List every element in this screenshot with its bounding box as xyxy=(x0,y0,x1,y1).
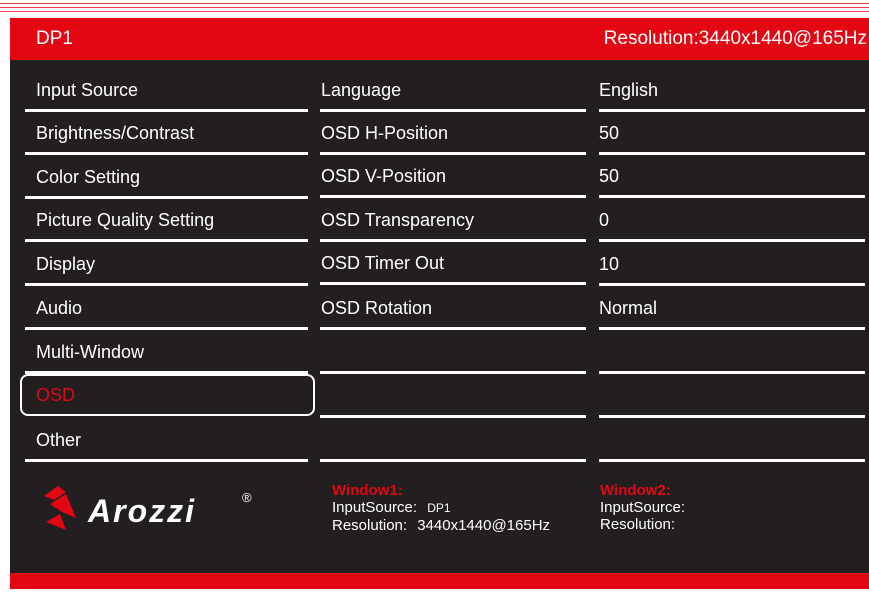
resolution-indicator: Resolution:3440x1440@165Hz xyxy=(603,28,867,49)
menu-item-other[interactable]: Other xyxy=(25,420,308,462)
window1-resolution-value: 3440x1440@165Hz xyxy=(417,517,551,534)
menu-item-color-setting[interactable]: Color Setting xyxy=(25,157,308,199)
setting-label-timer-out[interactable]: OSD Timer Out xyxy=(320,243,586,285)
setting-value-empty xyxy=(599,332,865,374)
window2-input-label: InputSource: xyxy=(600,499,686,516)
osd-footer-bar xyxy=(10,573,869,589)
setting-label-empty xyxy=(320,420,586,462)
window2-title: Window2: xyxy=(600,482,671,499)
setting-value-empty xyxy=(599,376,865,418)
top-divider xyxy=(0,11,869,12)
setting-label-v-position[interactable]: OSD V-Position xyxy=(320,156,586,198)
menu-item-multi-window[interactable]: Multi-Window xyxy=(25,332,308,374)
window1-input-row: InputSource: DP1 xyxy=(332,499,550,517)
menu-item-picture-quality[interactable]: Picture Quality Setting xyxy=(25,200,308,242)
setting-value-language[interactable]: English xyxy=(599,70,865,112)
setting-value-h-position[interactable]: 50 xyxy=(599,113,865,155)
window1-resolution-label: Resolution: xyxy=(332,517,408,534)
menu-item-osd[interactable]: OSD xyxy=(20,374,315,416)
setting-label-language[interactable]: Language xyxy=(320,70,586,112)
menu-item-audio[interactable]: Audio xyxy=(25,288,308,330)
arozzi-logo: Arozzi ® xyxy=(40,478,260,543)
setting-value-rotation[interactable]: Normal xyxy=(599,288,865,330)
window2-input-row: InputSource: xyxy=(600,499,685,516)
setting-value-empty xyxy=(599,420,865,462)
menu-item-brightness-contrast[interactable]: Brightness/Contrast xyxy=(25,113,308,155)
logo-text: Arozzi xyxy=(87,493,196,529)
setting-label-empty xyxy=(320,376,586,418)
window1-title: Window1: xyxy=(332,482,403,499)
osd-panel: DP1 Resolution:3440x1440@165Hz Input Sou… xyxy=(10,18,869,589)
window2-resolution-label: Resolution: xyxy=(600,516,676,533)
setting-value-timer-out[interactable]: 10 xyxy=(599,244,865,286)
window2-resolution-row: Resolution: xyxy=(600,516,685,533)
setting-value-transparency[interactable]: 0 xyxy=(599,200,865,242)
top-divider xyxy=(0,3,869,4)
setting-label-h-position[interactable]: OSD H-Position xyxy=(320,113,586,155)
window2-info: Window2: InputSource: Resolution: xyxy=(600,482,685,533)
window1-input-value: DP1 xyxy=(427,501,451,515)
window1-info: Window1: InputSource: DP1 Resolution: 34… xyxy=(332,482,550,534)
setting-label-rotation[interactable]: OSD Rotation xyxy=(320,288,586,330)
menu-item-input-source[interactable]: Input Source xyxy=(25,70,308,112)
window1-input-label: InputSource: xyxy=(332,499,418,516)
registered-mark: ® xyxy=(242,490,252,505)
top-divider xyxy=(0,7,869,8)
setting-value-v-position[interactable]: 50 xyxy=(599,156,865,198)
menu-item-display[interactable]: Display xyxy=(25,244,308,286)
setting-label-transparency[interactable]: OSD Transparency xyxy=(320,200,586,242)
window1-resolution-row: Resolution: 3440x1440@165Hz xyxy=(332,517,550,534)
input-source-indicator: DP1 xyxy=(36,28,73,49)
osd-header: DP1 Resolution:3440x1440@165Hz xyxy=(10,18,869,60)
setting-label-empty xyxy=(320,332,586,374)
